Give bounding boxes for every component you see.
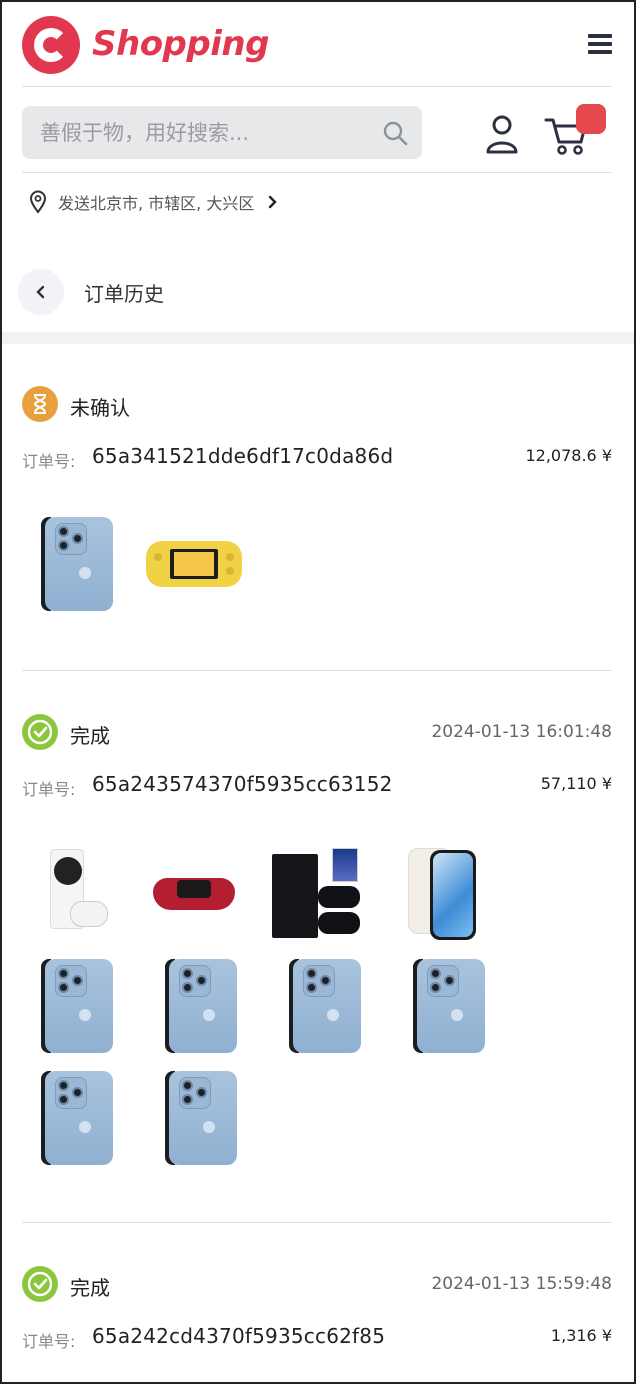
order-id-label: 订单号:: [22, 780, 76, 799]
check-circle-icon: [22, 1266, 58, 1302]
search-icon[interactable]: [382, 120, 408, 146]
product-thumb-iphone-13-pro[interactable]: [152, 1070, 248, 1166]
order-date: 2024-01-13 15:59:48: [431, 1274, 612, 1294]
order-id: 65a341521dde6df17c0da86d: [92, 444, 394, 468]
product-thumb-iphone-13-pro[interactable]: [152, 958, 248, 1054]
logo-text[interactable]: Shopping: [92, 24, 269, 64]
chevron-right-icon: [269, 195, 278, 209]
product-thumb-iphone-13-pro[interactable]: [28, 958, 124, 1054]
product-thumb-switch-lite[interactable]: [146, 516, 242, 612]
section-band: [2, 332, 634, 344]
page-title: 订单历史: [84, 281, 164, 306]
product-thumb-xbox-series-s[interactable]: [24, 846, 120, 942]
back-button[interactable]: [18, 269, 64, 315]
product-thumb-iphone-13[interactable]: [394, 846, 490, 942]
order-items: [22, 846, 612, 1176]
order-card[interactable]: 未确认 订单号: 65a341521dde6df17c0da86d 12,078…: [22, 384, 612, 616]
cart-badge: [576, 104, 606, 134]
order-status-row: 未确认: [22, 384, 612, 424]
hamburger-menu-icon[interactable]: [588, 34, 612, 56]
order-id-row: 订单号: 65a341521dde6df17c0da86d 12,078.6 ¥: [22, 438, 612, 478]
product-thumb-iphone-13-pro[interactable]: [28, 1070, 124, 1166]
order-id-row: 订单号: 65a242cd4370f5935cc62f85 1,316 ¥: [22, 1318, 612, 1358]
order-status-row: 完成 2024-01-13 15:59:48: [22, 1264, 612, 1304]
order-status: 完成: [70, 1276, 110, 1300]
logo-icon[interactable]: [22, 16, 80, 74]
user-icon[interactable]: [485, 114, 519, 154]
location-pin-icon: [29, 190, 47, 214]
order-items: [22, 516, 612, 616]
page-title-row: 订单历史: [18, 268, 164, 316]
order-status: 完成: [70, 724, 110, 748]
order-price: 1,316 ¥: [550, 1326, 612, 1345]
product-thumb-iphone-13-pro[interactable]: [276, 958, 372, 1054]
search-divider: [22, 172, 612, 173]
chevron-left-icon: [36, 285, 45, 299]
order-id-row: 订单号: 65a243574370f5935cc63152 57,110 ¥: [22, 766, 612, 806]
order-id: 65a243574370f5935cc63152: [92, 772, 393, 796]
order-card[interactable]: 完成 2024-01-13 15:59:48 订单号: 65a242cd4370…: [22, 1264, 612, 1358]
header-divider: [22, 86, 612, 87]
order-price: 57,110 ¥: [540, 774, 612, 793]
order-divider: [22, 1222, 612, 1223]
app-frame: Shopping 发送北京市, 市辖区, 大兴区: [0, 0, 636, 1384]
header: Shopping: [22, 16, 612, 76]
product-thumb-dualsense[interactable]: [146, 846, 242, 942]
order-id-label: 订单号:: [22, 1332, 76, 1351]
product-thumb-iphone-13-pro[interactable]: [28, 516, 124, 612]
order-id-label: 订单号:: [22, 452, 76, 471]
product-thumb-iphone-13-pro[interactable]: [400, 958, 496, 1054]
order-price: 12,078.6 ¥: [525, 446, 612, 465]
delivery-location[interactable]: 发送北京市, 市辖区, 大兴区: [28, 188, 278, 216]
check-circle-icon: [22, 714, 58, 750]
order-status: 未确认: [70, 396, 130, 420]
order-date: 2024-01-13 16:01:48: [431, 722, 612, 742]
search-bar: [22, 106, 422, 159]
order-divider: [22, 670, 612, 671]
product-thumb-ps4-bundle[interactable]: [270, 846, 366, 942]
order-card[interactable]: 完成 2024-01-13 16:01:48 订单号: 65a243574370…: [22, 712, 612, 1176]
order-status-row: 完成 2024-01-13 16:01:48: [22, 712, 612, 752]
location-text: 发送北京市, 市辖区, 大兴区: [58, 194, 255, 213]
hourglass-icon: [22, 386, 58, 422]
order-id: 65a242cd4370f5935cc62f85: [92, 1324, 386, 1348]
search-input[interactable]: [22, 106, 372, 159]
